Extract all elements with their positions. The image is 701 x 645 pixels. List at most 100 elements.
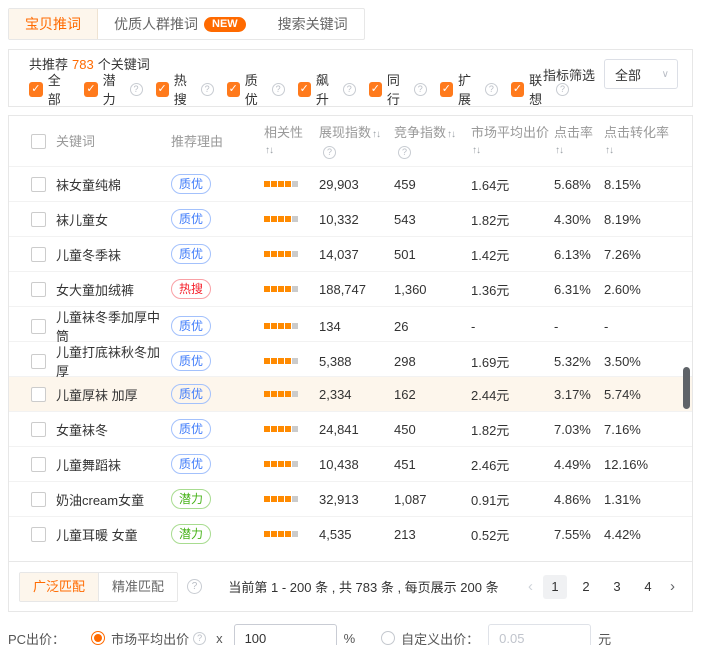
row-checkbox[interactable] <box>31 492 46 507</box>
table-row[interactable]: 儿童耳暖 女童潜力4,5352130.52元7.55%4.42% <box>9 516 692 551</box>
relevance-bar-segment <box>271 323 277 329</box>
row-checkbox[interactable] <box>31 457 46 472</box>
help-icon: ? <box>485 83 498 96</box>
market-bid-radio[interactable] <box>91 631 105 645</box>
filter-checkbox-label: 潜力 <box>103 70 126 108</box>
column-sub: ↑↓ <box>471 141 554 158</box>
table-row[interactable]: 儿童舞蹈袜质优10,4384512.46元4.49%12.16% <box>9 446 692 481</box>
market-bid-percent-input[interactable] <box>234 624 337 645</box>
table-row[interactable]: 儿童打底袜秋冬加厚质优5,3882981.69元5.32%3.50% <box>9 341 692 376</box>
cvr-cell: 12.16% <box>604 457 692 472</box>
sort-icon[interactable]: ↑↓ <box>605 145 613 156</box>
recommend-reason-cell: 质优 <box>171 454 264 474</box>
page-button-2[interactable]: 2 <box>574 575 598 599</box>
custom-bid-radio[interactable] <box>381 631 395 645</box>
column-header-1[interactable]: 推荐理由 <box>171 133 264 150</box>
impressions-cell: 32,913 <box>319 492 394 507</box>
sort-icon[interactable]: ↑↓ <box>372 129 380 140</box>
column-header-0[interactable]: 关键词 <box>56 133 171 150</box>
help-icon: ? <box>187 579 202 594</box>
sort-icon[interactable]: ↑↓ <box>447 129 455 140</box>
table-row[interactable]: 女童袜冬质优24,8414501.82元7.03%7.16% <box>9 411 692 446</box>
filter-checkbox-label: 扩展 <box>458 70 481 108</box>
filter-checkbox-item-5[interactable]: ✓同行? <box>369 70 427 108</box>
ctr-cell: 3.17% <box>554 387 604 402</box>
competition-cell: 501 <box>394 247 471 262</box>
select-all-checkbox[interactable] <box>31 134 46 149</box>
sort-icon[interactable]: ↑↓ <box>265 145 273 156</box>
next-page-icon[interactable]: › <box>667 578 678 595</box>
table-row[interactable]: 袜儿童女质优10,3325431.82元4.30%8.19% <box>9 201 692 236</box>
checkbox-checked-icon[interactable]: ✓ <box>298 82 311 97</box>
relevance-bars <box>264 251 319 257</box>
ctr-cell: 5.68% <box>554 177 604 192</box>
column-header-2[interactable]: 相关性↑↓ <box>264 124 319 158</box>
checkbox-checked-icon[interactable]: ✓ <box>156 82 169 97</box>
column-sub: ↑↓ <box>554 141 604 158</box>
avg-bid-cell: 1.82元 <box>471 420 554 439</box>
row-checkbox[interactable] <box>31 319 46 334</box>
relevance-bar-segment <box>285 181 291 187</box>
ctr-cell: 5.32% <box>554 354 604 369</box>
row-checkbox[interactable] <box>31 247 46 262</box>
checkbox-checked-icon[interactable]: ✓ <box>227 82 240 97</box>
checkbox-checked-icon[interactable]: ✓ <box>369 82 382 97</box>
relevance-bar-segment <box>271 496 277 502</box>
checkbox-checked-icon[interactable]: ✓ <box>440 82 453 97</box>
row-checkbox[interactable] <box>31 177 46 192</box>
page-button-3[interactable]: 3 <box>605 575 629 599</box>
row-checkbox[interactable] <box>31 527 46 542</box>
row-checkbox[interactable] <box>31 422 46 437</box>
table-row[interactable]: 女大童加绒裤热搜188,7471,3601.36元6.31%2.60% <box>9 271 692 306</box>
filter-checkbox-item-0[interactable]: ✓全部 <box>29 70 71 108</box>
recommend-reason-cell: 质优 <box>171 384 264 404</box>
column-header-3[interactable]: 展现指数↑↓? <box>319 124 394 159</box>
table-row[interactable]: 儿童袜冬季加厚中筒质优13426--- <box>9 306 692 341</box>
relevance-bar-segment <box>264 461 270 467</box>
recommend-tag: 质优 <box>171 244 211 264</box>
filter-checkbox-item-1[interactable]: ✓潜力? <box>84 70 142 108</box>
impressions-cell: 4,535 <box>319 527 394 542</box>
row-checkbox[interactable] <box>31 387 46 402</box>
row-checkbox-cell <box>9 246 56 262</box>
custom-bid-input[interactable] <box>488 624 591 645</box>
relevance-bar-segment <box>292 323 298 329</box>
page-button-1[interactable]: 1 <box>543 575 567 599</box>
table-row[interactable]: 袜女童纯棉质优29,9034591.64元5.68%8.15% <box>9 166 692 201</box>
cvr-cell: 1.31% <box>604 492 692 507</box>
table-row[interactable]: 奶油cream女童潜力32,9131,0870.91元4.86%1.31% <box>9 481 692 516</box>
row-checkbox[interactable] <box>31 354 46 369</box>
relevance-bar-segment <box>285 391 291 397</box>
sort-icon[interactable]: ↑↓ <box>555 145 563 156</box>
column-header-4[interactable]: 竞争指数↑↓? <box>394 124 471 159</box>
column-header-5[interactable]: 市场平均出价↑↓ <box>471 124 554 158</box>
filter-checkbox-item-2[interactable]: ✓热搜? <box>156 70 214 108</box>
tab-label: 优质人群推词 <box>114 14 198 34</box>
page-button-4[interactable]: 4 <box>636 575 660 599</box>
broad-match-button[interactable]: 广泛匹配 <box>20 573 99 601</box>
tab-item-2[interactable]: 搜索关键词 <box>262 9 364 39</box>
checkbox-checked-icon[interactable]: ✓ <box>29 82 43 97</box>
filter-checkbox-item-3[interactable]: ✓质优? <box>227 70 285 108</box>
tab-item-0[interactable]: 宝贝推词 <box>9 9 98 39</box>
match-type-controls: 广泛匹配 精准匹配 ? <box>19 572 202 602</box>
metric-filter-select[interactable]: 全部 ∨ <box>604 59 678 89</box>
column-header-7[interactable]: 点击转化率↑↓ <box>604 124 692 158</box>
row-checkbox[interactable] <box>31 212 46 227</box>
sort-icon[interactable]: ↑↓ <box>472 145 480 156</box>
tab-item-1[interactable]: 优质人群推词NEW <box>98 9 262 39</box>
vertical-scrollbar-thumb[interactable] <box>683 367 690 409</box>
prev-page-icon[interactable]: ‹ <box>525 578 536 595</box>
filter-checkbox-item-4[interactable]: ✓飙升? <box>298 70 356 108</box>
select-all-cell <box>9 133 56 149</box>
checkbox-checked-icon[interactable]: ✓ <box>511 82 524 97</box>
recommend-tag: 热搜 <box>171 279 211 299</box>
table-row[interactable]: 儿童冬季袜质优14,0375011.42元6.13%7.26% <box>9 236 692 271</box>
column-header-6[interactable]: 点击率↑↓ <box>554 124 604 158</box>
recommend-reason-cell: 质优 <box>171 174 264 194</box>
exact-match-button[interactable]: 精准匹配 <box>99 573 177 601</box>
checkbox-checked-icon[interactable]: ✓ <box>84 82 97 97</box>
table-row[interactable]: 儿童厚袜 加厚质优2,3341622.44元3.17%5.74% <box>9 376 692 411</box>
filter-checkbox-item-6[interactable]: ✓ 扩展? <box>440 70 498 108</box>
row-checkbox[interactable] <box>31 282 46 297</box>
